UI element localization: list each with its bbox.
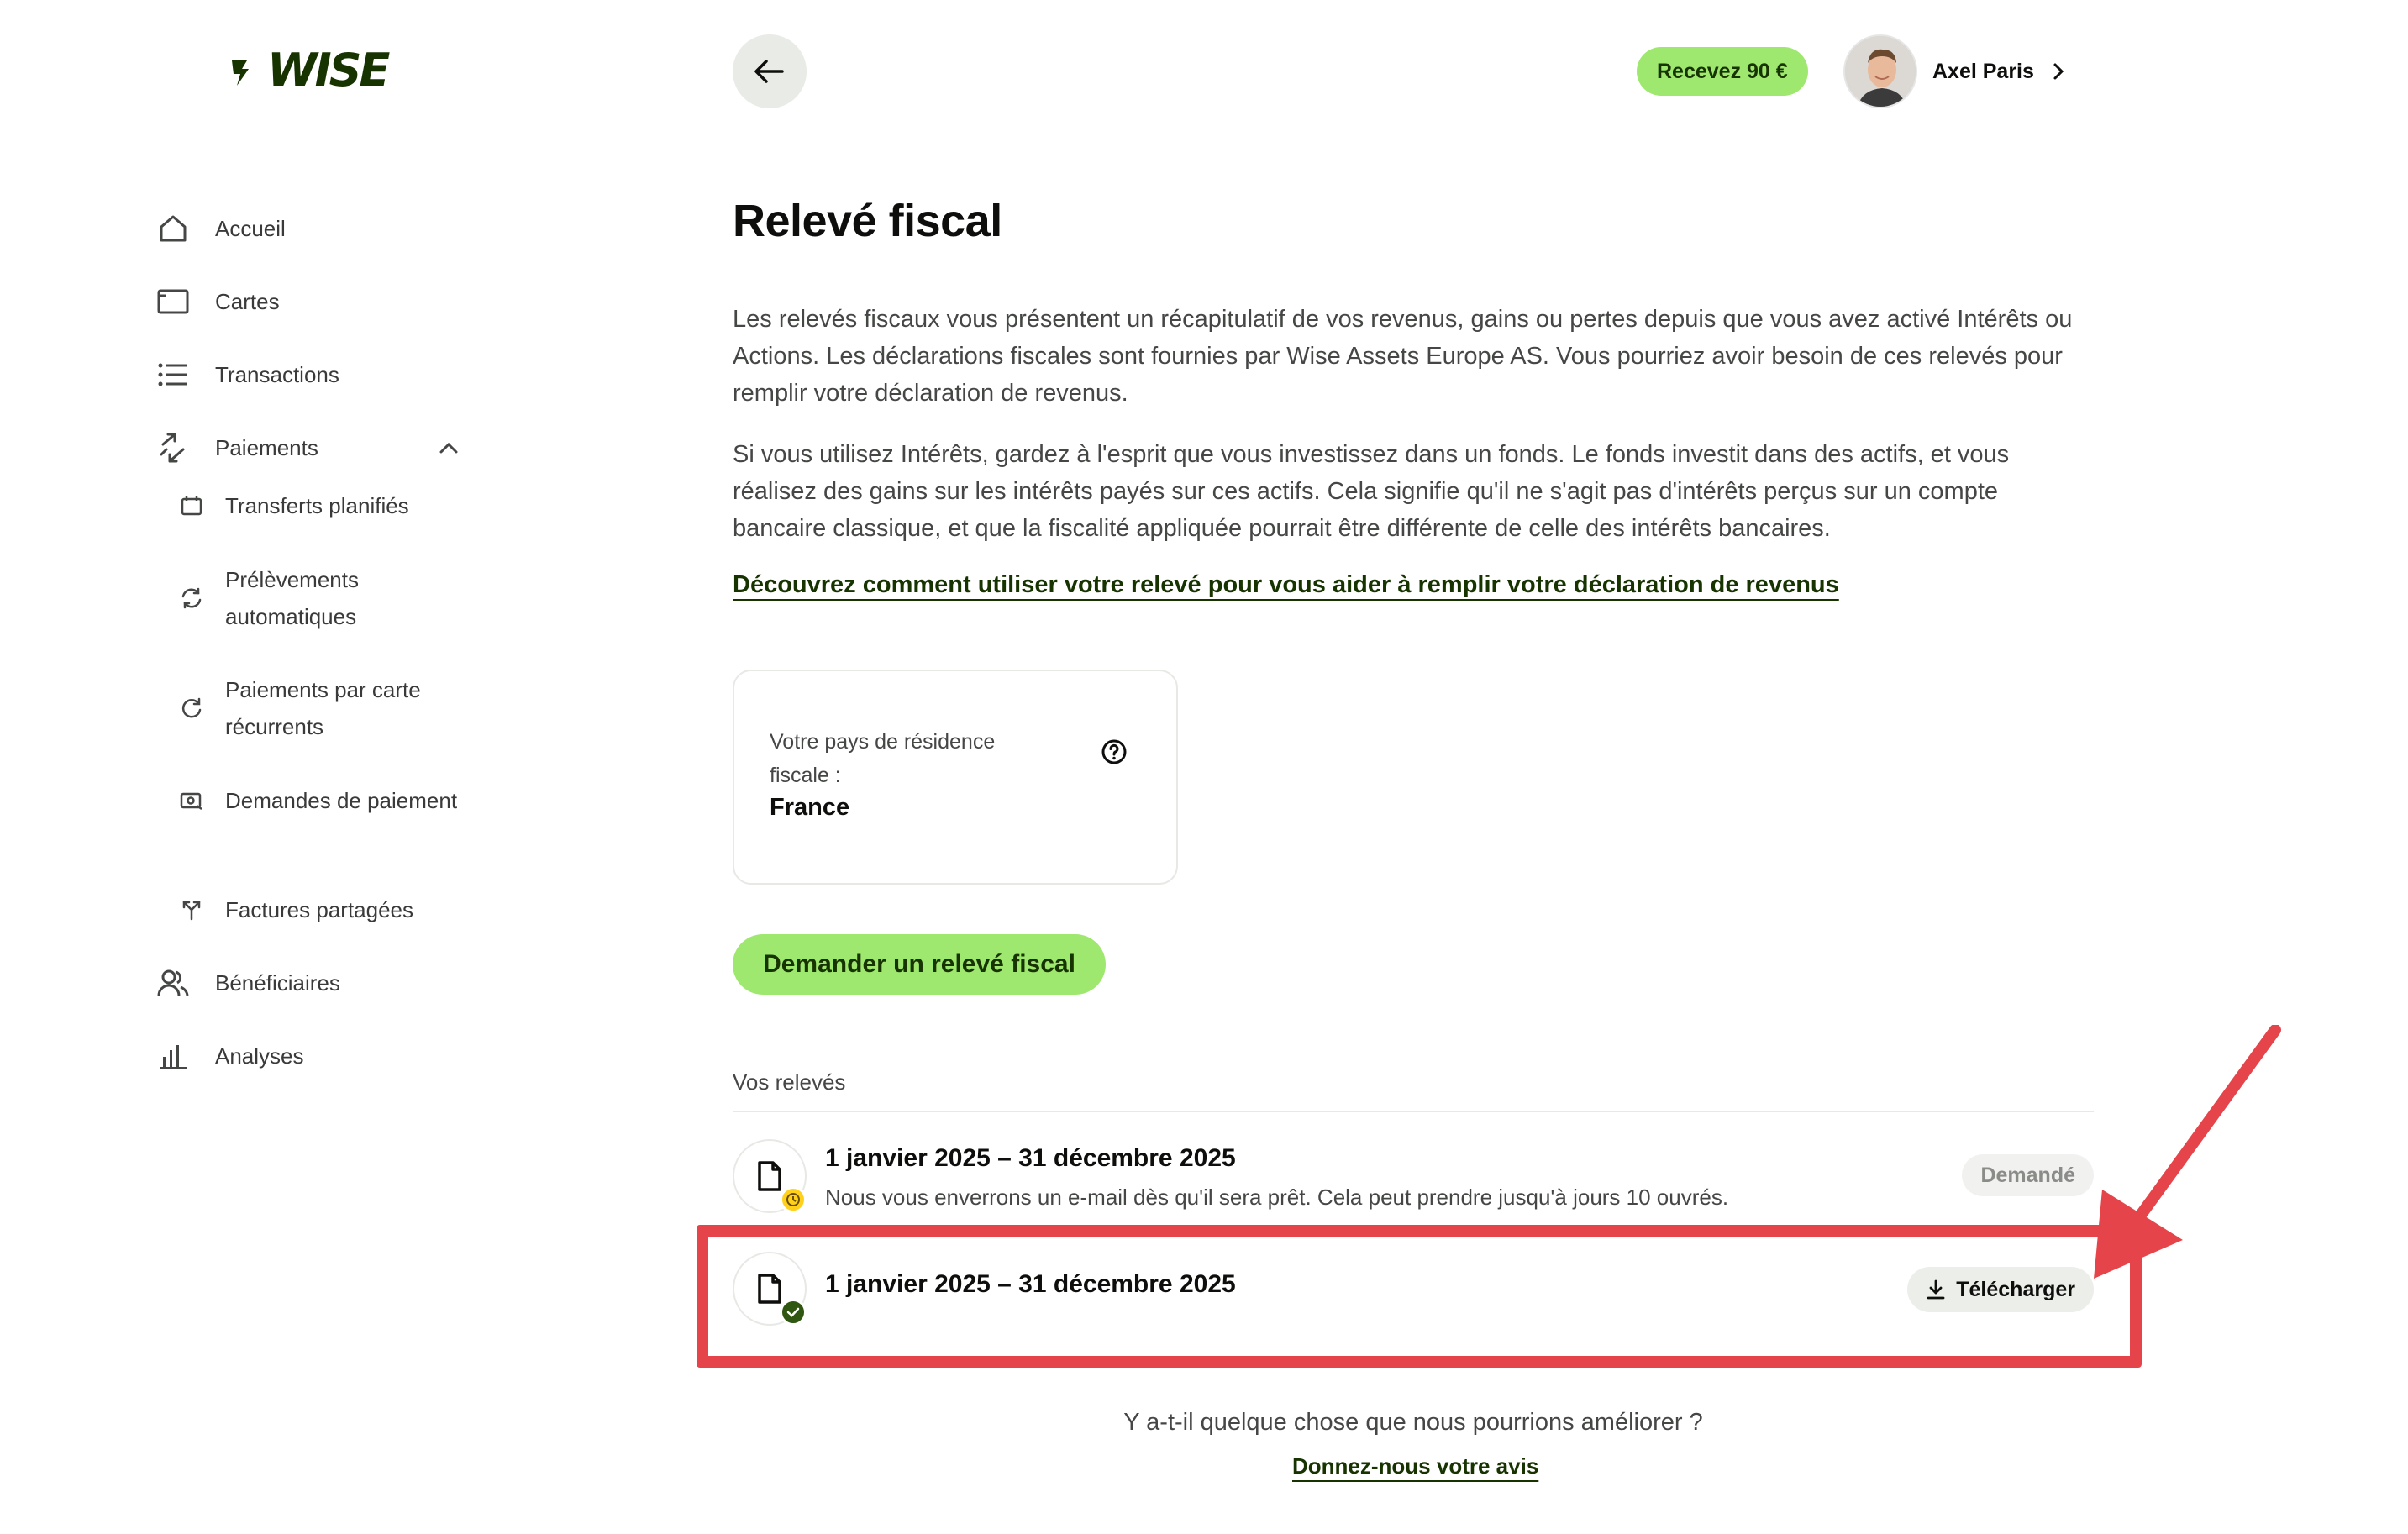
download-label: Télécharger [1956, 1277, 2075, 1301]
sidebar-item-label: Analyses [215, 1043, 304, 1069]
page-title: Relevé fiscal [733, 196, 1002, 246]
sidebar-item-accueil[interactable]: Accueil [156, 208, 286, 249]
statement-row-ready: 1 janvier 2025 – 31 décembre 2025 Téléch… [733, 1248, 2094, 1329]
request-icon [176, 785, 207, 816]
profile-menu[interactable]: Axel Paris [1843, 34, 2073, 108]
sidebar-item-transferts-planifies[interactable]: Transferts planifiés [176, 487, 460, 524]
refresh-icon [176, 693, 207, 723]
wise-wordmark: WISE [267, 44, 390, 97]
interest-paragraph: Si vous utilisez Intérêts, gardez à l'es… [733, 441, 2010, 542]
sidebar-item-paiements[interactable]: Paiements [156, 428, 458, 468]
check-badge-icon [780, 1299, 807, 1326]
back-button[interactable] [733, 34, 807, 108]
feedback-question: Y a-t-il quelque chose que nous pourrion… [1123, 1409, 1703, 1436]
annotation-arrow-icon [2094, 1025, 2281, 1279]
sidebar-item-beneficiaires[interactable]: Bénéficiaires [156, 963, 340, 1003]
sidebar-item-paiements-carte-recurrents[interactable]: Paiements par carte récurrents [176, 671, 460, 745]
intro-paragraph: Les relevés fiscaux vous présentent un r… [733, 306, 2073, 407]
sidebar-item-label: Accueil [215, 215, 286, 241]
sidebar-item-label: Transferts planifiés [225, 493, 409, 518]
help-icon[interactable] [1096, 733, 1133, 770]
statement-period: 1 janvier 2025 – 31 décembre 2025 [825, 1270, 1236, 1298]
card-icon [156, 285, 190, 318]
sidebar-item-label: Paiements par carte récurrents [225, 677, 421, 739]
split-icon [176, 895, 207, 925]
chevron-up-icon[interactable] [434, 433, 464, 463]
tax-residence-card: Votre pays de résidence fiscale : France [733, 670, 1178, 885]
feedback-link[interactable]: Donnez-nous votre avis [1292, 1453, 1538, 1479]
payments-icon [156, 431, 190, 465]
statement-period: 1 janvier 2025 – 31 décembre 2025 [825, 1144, 1236, 1172]
sidebar-item-label: Prélèvements automatiques [225, 567, 359, 629]
sidebar-item-transactions[interactable]: Transactions [156, 355, 339, 395]
tax-residence-label: Votre pays de résidence fiscale : [770, 730, 996, 787]
recipients-icon [156, 966, 190, 1000]
clock-badge-icon [780, 1186, 807, 1213]
tax-residence-value: France [770, 794, 850, 821]
user-name: Axel Paris [1932, 59, 2034, 83]
request-statement-button[interactable]: Demander un relevé fiscal [733, 934, 1106, 995]
divider [733, 1111, 2094, 1112]
calendar-icon [176, 491, 207, 521]
list-icon [156, 358, 190, 391]
arrow-left-icon [754, 60, 784, 83]
bar-chart-icon [156, 1039, 190, 1073]
statement-row-requested: 1 janvier 2025 – 31 décembre 2025 Nous v… [733, 1136, 2094, 1216]
download-button[interactable]: Télécharger [1907, 1267, 2094, 1312]
learn-more-link[interactable]: Découvrez comment utiliser votre relevé … [733, 571, 1839, 599]
referral-promo-button[interactable]: Recevez 90 € [1637, 47, 1808, 96]
sidebar-item-analyses[interactable]: Analyses [156, 1036, 304, 1076]
sidebar-item-label: Bénéficiaires [215, 969, 340, 996]
sidebar-item-factures-partagees[interactable]: Factures partagées [176, 891, 460, 928]
sidebar-item-label: Factures partagées [225, 897, 414, 922]
statement-note: Nous vous enverrons un e-mail dès qu'il … [825, 1185, 1729, 1210]
chevron-right-icon [2053, 61, 2073, 81]
sidebar-item-prelevements[interactable]: Prélèvements automatiques [176, 561, 460, 635]
avatar [1843, 34, 1917, 108]
sidebar-item-label: Paiements [215, 434, 318, 460]
sidebar-item-label: Demandes de paiement [225, 788, 458, 813]
sidebar-item-label: Transactions [215, 361, 339, 387]
sidebar-item-cartes[interactable]: Cartes [156, 281, 280, 322]
sidebar-item-demandes-paiement[interactable]: Demandes de paiement [176, 782, 460, 819]
statements-heading: Vos relevés [733, 1069, 846, 1095]
sync-icon [176, 583, 207, 613]
wise-flag-icon [232, 60, 249, 86]
download-icon [1926, 1279, 1948, 1300]
sidebar-item-label: Cartes [215, 288, 280, 314]
wise-logo[interactable]: WISE [229, 47, 393, 94]
home-icon [156, 212, 190, 245]
status-badge: Demandé [1962, 1154, 2094, 1196]
